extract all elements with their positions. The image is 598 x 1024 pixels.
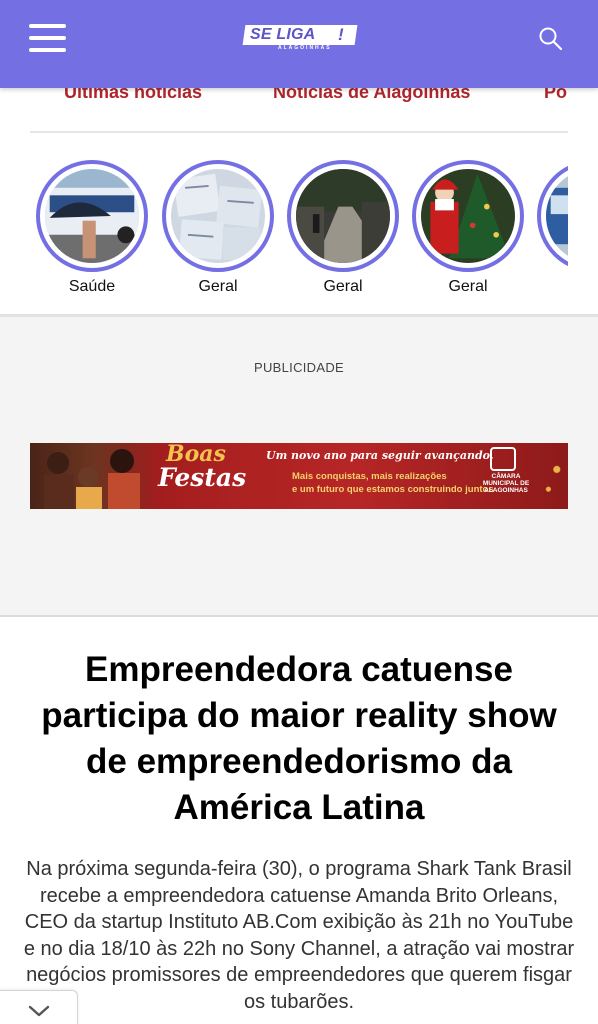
ad-festas-text: Festas bbox=[158, 463, 247, 492]
ad-organization: CÂMARA MUNICIPAL DE ALAGOINHAS bbox=[482, 473, 530, 494]
search-icon[interactable] bbox=[538, 26, 564, 52]
crest-icon bbox=[490, 447, 516, 471]
story-item[interactable]: Geral bbox=[412, 160, 524, 296]
ad-family-photo bbox=[30, 443, 158, 509]
app-header: SE LIGA ! ALAGOINHAS bbox=[0, 0, 598, 88]
ornament-icon bbox=[540, 443, 568, 509]
chevron-down-icon bbox=[28, 1005, 50, 1017]
stories-carousel[interactable]: Saúde Geral Geral Geral bbox=[0, 160, 568, 305]
story-label: Geral bbox=[448, 278, 488, 295]
ad-boas-text: Boas bbox=[166, 443, 226, 467]
advertisement-section: PUBLICIDADE Boas Festas Um novo ano para… bbox=[0, 317, 598, 615]
story-label: Saúde bbox=[68, 278, 116, 295]
story-image-bus-umbrella bbox=[45, 169, 139, 263]
story-image-bus bbox=[546, 169, 568, 263]
story-label: Geral bbox=[198, 278, 238, 295]
story-label: . bbox=[537, 278, 568, 296]
story-label: Geral bbox=[323, 278, 363, 295]
story-image-santa bbox=[421, 169, 515, 263]
article-title: Empreendedora catuense participa do maio… bbox=[41, 650, 557, 827]
ad-subline-2: e um futuro que estamos construindo junt… bbox=[292, 484, 494, 495]
story-image-street bbox=[296, 169, 390, 263]
article-body: Na próxima segunda-feira (30), o program… bbox=[23, 858, 575, 1013]
ad-banner[interactable]: Boas Festas Um novo ano para seguir avan… bbox=[30, 443, 568, 509]
ad-label: PUBLICIDADE bbox=[254, 360, 344, 375]
collapse-button[interactable] bbox=[0, 990, 78, 1024]
story-item[interactable]: Saúde bbox=[36, 160, 148, 296]
story-item[interactable]: . bbox=[537, 160, 568, 296]
ad-headline: Um novo ano para seguir avançando. bbox=[266, 449, 494, 462]
logo-subtitle: ALAGOINHAS bbox=[278, 45, 332, 51]
logo-text: SE LIGA bbox=[250, 26, 316, 43]
section-divider bbox=[0, 615, 598, 617]
tabs-divider bbox=[30, 131, 568, 133]
story-item[interactable]: Geral bbox=[287, 160, 399, 296]
hamburger-icon[interactable] bbox=[29, 22, 67, 54]
ad-subline-1: Mais conquistas, mais realizações bbox=[292, 471, 447, 482]
story-image-documents bbox=[171, 169, 265, 263]
logo-mark: ! bbox=[338, 25, 344, 44]
site-logo[interactable]: SE LIGA ! ALAGOINHAS bbox=[242, 25, 359, 51]
story-item[interactable]: Geral bbox=[162, 160, 274, 296]
